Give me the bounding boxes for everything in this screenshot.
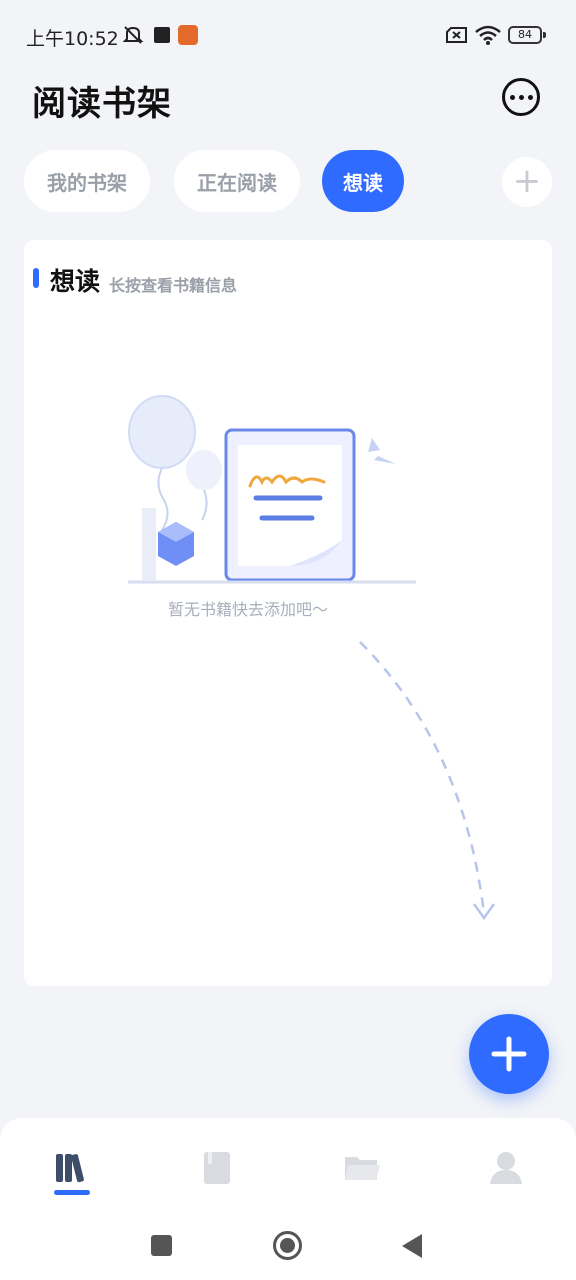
section-title: 想读 — [50, 267, 101, 296]
upload-icon — [154, 27, 170, 43]
no-sim-icon — [446, 27, 467, 43]
status-time: 上午10:52 — [26, 28, 119, 50]
more-options-button[interactable] — [502, 78, 540, 116]
section-accent-bar — [33, 268, 39, 288]
tab-want-to-read[interactable]: 想读 — [322, 150, 404, 212]
empty-bookshelf-illustration — [128, 395, 416, 584]
nav-active-indicator — [54, 1190, 90, 1195]
bookshelf-icon[interactable] — [54, 1148, 94, 1188]
want-to-read-card: 想读 长按查看书籍信息 暂无书籍快去添加吧～ — [24, 240, 552, 986]
tab-my-bookshelf[interactable]: 我的书架 — [24, 150, 150, 212]
status-bar: 上午10:52 84 — [0, 0, 576, 72]
mute-bell-icon — [122, 26, 144, 44]
home-button[interactable] — [273, 1231, 302, 1260]
section-hint: 长按查看书籍信息 — [109, 276, 238, 295]
folder-icon[interactable] — [342, 1148, 382, 1188]
back-button[interactable] — [402, 1234, 422, 1258]
page-title: 阅读书架 — [32, 84, 172, 124]
app-notification-icon — [178, 25, 198, 45]
dot-icon — [527, 94, 533, 100]
plus-icon — [491, 1036, 527, 1072]
recent-apps-button[interactable] — [151, 1235, 172, 1256]
wifi-icon — [475, 25, 501, 45]
battery-indicator: 84 — [508, 26, 546, 44]
dot-icon — [518, 94, 524, 100]
dashed-arrow-icon — [359, 641, 496, 921]
dot-icon — [509, 94, 515, 100]
bottom-navigation — [0, 1118, 576, 1280]
book-icon[interactable] — [198, 1148, 238, 1188]
profile-icon[interactable] — [486, 1148, 526, 1188]
empty-state-text: 暂无书籍快去添加吧～ — [168, 600, 329, 619]
add-book-button[interactable] — [469, 1014, 549, 1094]
tab-reading[interactable]: 正在阅读 — [174, 150, 300, 212]
add-tab-button[interactable]: + — [502, 157, 552, 207]
